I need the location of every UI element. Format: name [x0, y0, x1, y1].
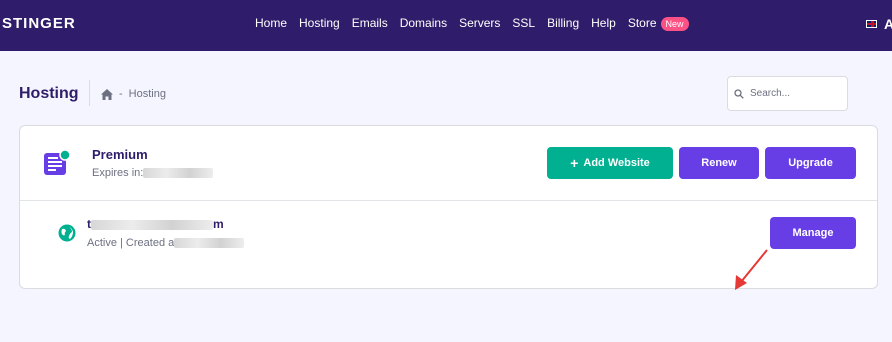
- nav-item-billing[interactable]: Billing: [547, 16, 579, 31]
- brand-logo[interactable]: STINGER: [2, 15, 76, 32]
- account-menu[interactable]: A: [884, 16, 892, 32]
- website-status: Active | Created a: [87, 237, 245, 249]
- manage-button[interactable]: Manage: [770, 217, 856, 249]
- search-icon: [734, 88, 744, 99]
- nav-item-domains[interactable]: Domains: [400, 16, 447, 31]
- redacted-domain: [91, 219, 213, 230]
- plan-name: Premium: [92, 147, 148, 162]
- website-domain[interactable]: tm: [87, 217, 224, 231]
- nav-item-home[interactable]: Home: [255, 16, 287, 31]
- redacted-expiry-date: [143, 168, 214, 179]
- plan-expiry-label: Expires in:: [92, 167, 144, 179]
- nav-item-hosting[interactable]: Hosting: [299, 16, 340, 31]
- website-domain-end: m: [213, 217, 224, 231]
- nav-item-emails[interactable]: Emails: [352, 16, 388, 31]
- add-website-label: Add Website: [583, 157, 650, 169]
- store-new-badge: New: [660, 17, 689, 31]
- add-website-button[interactable]: + Add Website: [547, 147, 673, 179]
- plus-icon: +: [570, 155, 579, 171]
- search-input[interactable]: [748, 87, 847, 100]
- card-divider: [20, 200, 877, 201]
- page-title: Hosting: [19, 85, 79, 102]
- nav-item-store[interactable]: Store: [628, 16, 657, 31]
- nav-item-help[interactable]: Help: [591, 16, 616, 31]
- upgrade-button[interactable]: Upgrade: [765, 147, 856, 179]
- home-icon[interactable]: [101, 88, 113, 100]
- breadcrumb-separator: -: [119, 88, 123, 100]
- renew-button[interactable]: Renew: [679, 147, 759, 179]
- search-box[interactable]: [727, 76, 848, 111]
- main-nav: Home Hosting Emails Domains Servers SSL …: [255, 16, 689, 31]
- redacted-created-date: [174, 238, 245, 249]
- hosting-plan-card: Premium Expires in: + Add Website Renew …: [19, 125, 878, 289]
- top-navigation-bar: STINGER Home Hosting Emails Domains Serv…: [0, 0, 892, 51]
- breadcrumb: - Hosting: [101, 88, 166, 100]
- breadcrumb-current: Hosting: [128, 88, 166, 100]
- plan-expiry: Expires in:: [92, 167, 214, 179]
- nav-item-servers[interactable]: Servers: [459, 16, 500, 31]
- title-divider: [89, 80, 90, 106]
- hosting-plan-icon: [44, 149, 71, 175]
- uk-flag-icon[interactable]: [866, 20, 877, 28]
- nav-item-ssl[interactable]: SSL: [512, 16, 535, 31]
- globe-icon: [58, 224, 76, 242]
- website-status-text: Active | Created a: [87, 237, 175, 249]
